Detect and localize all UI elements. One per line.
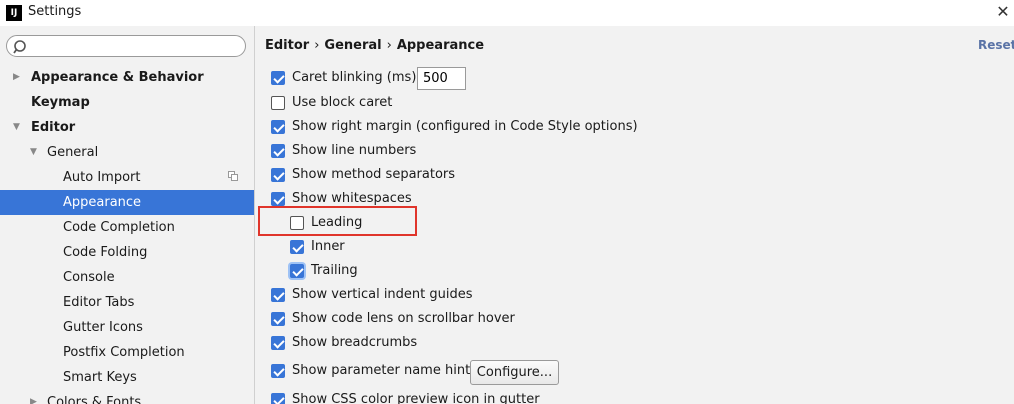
sidebar-item-editor-tabs[interactable]: Editor Tabs [0,290,254,315]
sidebar-item-label: Gutter Icons [63,320,143,335]
sidebar-item-smart-keys[interactable]: Smart Keys [0,365,254,390]
breadcrumb-separator: › [386,38,392,53]
checkbox-checked[interactable] [271,288,285,302]
settings-sidebar: ▶ Appearance & Behavior Keymap ▼ Editor … [0,26,255,404]
caret-blinking-ms-input[interactable] [417,67,466,90]
sidebar-item-gutter-icons[interactable]: Gutter Icons [0,315,254,340]
intellij-app-icon: IJ [6,5,22,21]
search-field[interactable] [6,35,246,57]
sidebar-item-general[interactable]: ▼ General [0,140,254,165]
option-label: Show line numbers [292,143,417,158]
option-label: Trailing [311,263,358,278]
project-settings-icon [228,171,238,181]
option-label: Show right margin (configured in Code St… [292,119,638,134]
breadcrumb-separator: › [314,38,320,53]
settings-content: Editor › General › Appearance Reset Caret bl… [256,26,1014,404]
sidebar-item-label: Editor [31,120,76,135]
sidebar-item-label: Editor Tabs [63,295,135,310]
sidebar-item-keymap[interactable]: Keymap [0,90,254,115]
option-label: Show vertical indent guides [292,287,473,302]
checkbox-unchecked[interactable] [290,216,304,230]
sidebar-item-label: Postfix Completion [63,345,185,360]
search-icon [13,40,26,54]
option-label: Inner [311,239,345,254]
sidebar-item-label: Auto Import [63,170,141,185]
sidebar-item-console[interactable]: Console [0,265,254,290]
configure-button[interactable]: Configure... [470,360,559,385]
checkbox-checked[interactable] [271,144,285,158]
sidebar-item-appearance[interactable]: Appearance [0,190,254,215]
checkbox-checked[interactable] [290,240,304,254]
expand-arrow-icon[interactable]: ▶ [30,390,37,404]
close-button[interactable]: ✕ [994,3,1012,21]
option-label: Show method separators [292,167,456,182]
sidebar-item-label: Appearance [63,195,142,210]
collapse-arrow-icon[interactable]: ▼ [30,140,37,165]
option-label: Leading [311,215,363,230]
checkbox-checked[interactable] [271,192,285,206]
sidebar-item-label: Colors & Fonts [47,395,142,404]
sidebar-item-editor[interactable]: ▼ Editor [0,115,254,140]
breadcrumb-item-current: Appearance [396,38,485,53]
breadcrumb-item: Editor [265,38,310,53]
search-input[interactable] [31,38,239,54]
sidebar-item-label: Console [63,270,115,285]
checkbox-checked[interactable] [271,393,285,404]
checkbox-checked[interactable] [271,168,285,182]
checkbox-checked[interactable] [271,364,285,378]
sidebar-item-auto-import[interactable]: Auto Import [0,165,254,190]
sidebar-item-label: Smart Keys [63,370,137,385]
option-label: Show CSS color preview icon in gutter [292,392,540,404]
sidebar-item-label: Keymap [31,95,90,110]
sidebar-item-label: Code Completion [63,220,175,235]
sidebar-item-appearance-behavior[interactable]: ▶ Appearance & Behavior [0,65,254,90]
sidebar-item-label: Appearance & Behavior [31,70,204,85]
checkbox-unchecked[interactable] [271,96,285,110]
option-label: Use block caret [292,95,393,110]
sidebar-item-colors-fonts[interactable]: ▶ Colors & Fonts [0,390,254,404]
expand-arrow-icon[interactable]: ▶ [13,65,20,90]
checkbox-checked[interactable] [271,120,285,134]
checkbox-checked[interactable] [290,264,304,278]
checkbox-checked[interactable] [271,336,285,350]
breadcrumb-item: General [324,38,382,53]
sidebar-item-code-folding[interactable]: Code Folding [0,240,254,265]
collapse-arrow-icon[interactable]: ▼ [13,115,20,140]
sidebar-item-postfix-completion[interactable]: Postfix Completion [0,340,254,365]
checkbox-checked[interactable] [271,71,285,85]
sidebar-item-label: Code Folding [63,245,148,260]
option-label: Show code lens on scrollbar hover [292,311,515,326]
option-label: Show parameter name hints [292,363,477,378]
breadcrumb: Editor › General › Appearance [265,38,484,53]
checkbox-checked[interactable] [271,312,285,326]
reset-link[interactable]: Reset [978,38,1014,52]
option-label: Caret blinking (ms): [292,70,421,85]
window-title: Settings [28,4,82,19]
title-bar: IJ Settings ✕ [0,0,1014,26]
sidebar-item-label: General [47,145,99,160]
option-label: Show breadcrumbs [292,335,418,350]
sidebar-item-code-completion[interactable]: Code Completion [0,215,254,240]
